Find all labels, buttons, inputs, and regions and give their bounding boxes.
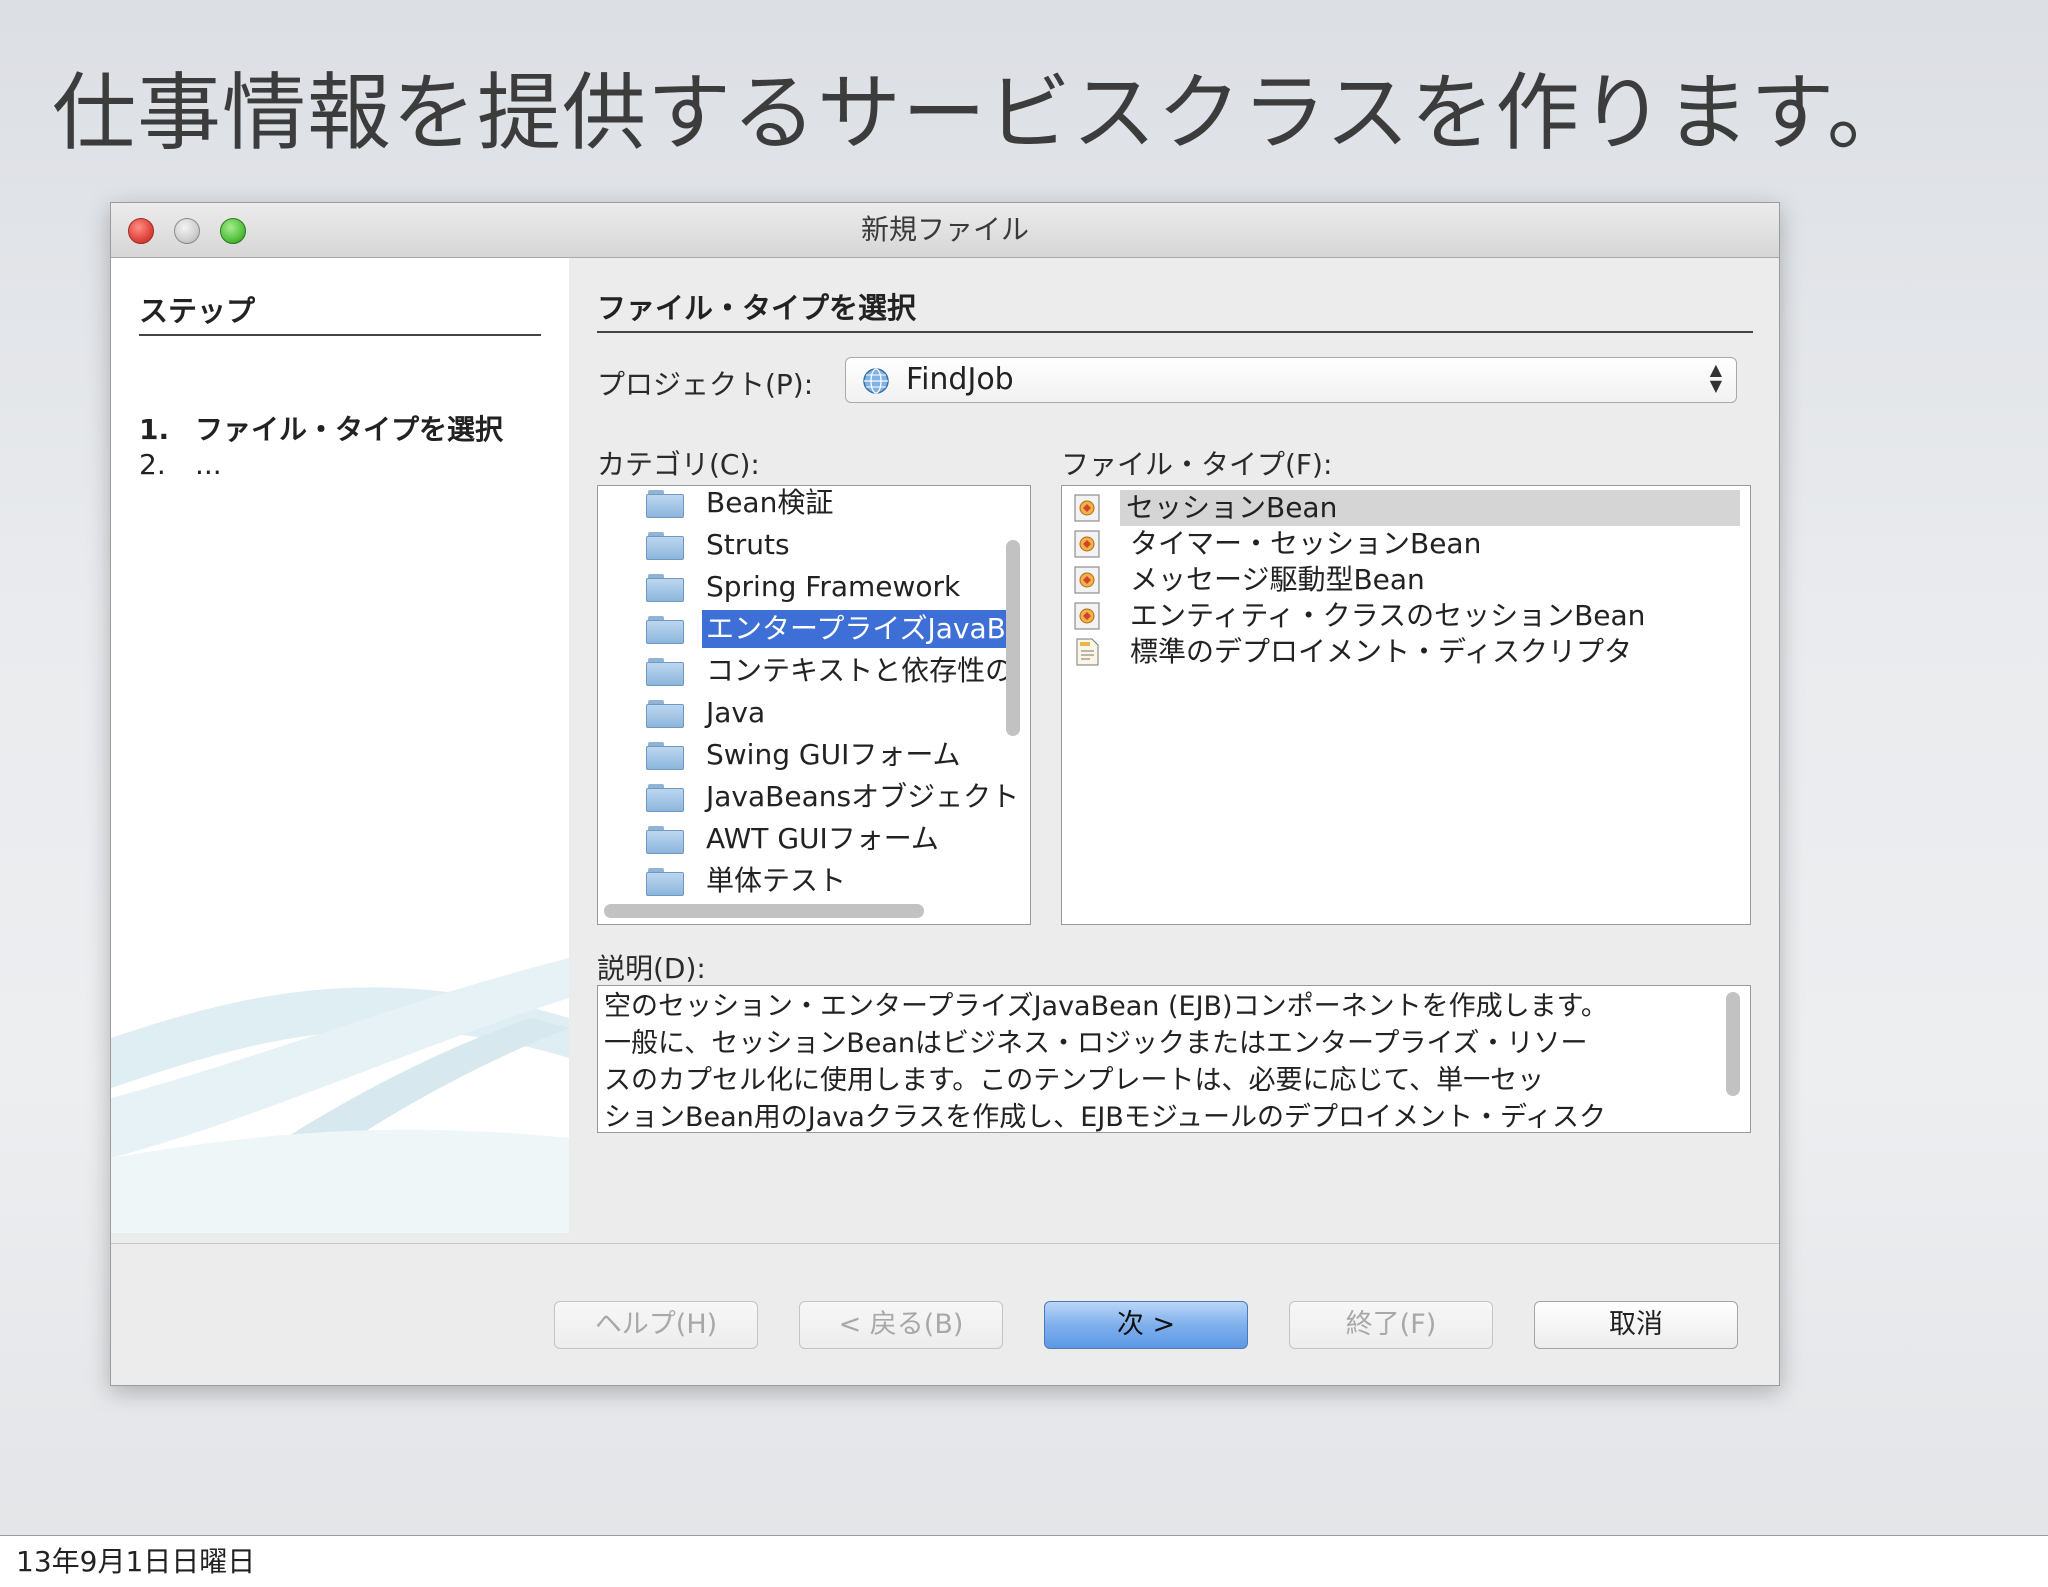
description-line: スのカプセル化に使用します。このテンプレートは、必要に応じて、単一セッ — [604, 1065, 1545, 1096]
category-item-bean-validation[interactable]: Bean検証 — [646, 486, 986, 522]
slide-footer-date: 13年9月1日日曜日 — [16, 1545, 256, 1578]
category-item-cdi[interactable]: コンテキストと依存性の — [646, 652, 1013, 690]
category-horizontal-scrollbar[interactable] — [604, 904, 924, 918]
cancel-button[interactable]: 取消 — [1534, 1301, 1738, 1349]
folder-icon — [646, 532, 684, 560]
folder-icon — [646, 868, 684, 896]
category-list[interactable]: Bean検証 Struts Spring Framework エンタープライズJ… — [597, 485, 1031, 925]
step-number: 1. — [139, 413, 170, 446]
file-type-item-timer-session-bean[interactable]: タイマー・セッションBean — [1070, 526, 1740, 562]
category-label: カテゴリ(C): — [597, 448, 760, 481]
step-label: ファイル・タイプを選択 — [195, 413, 504, 446]
step-item: 1. ファイル・タイプを選択 — [139, 408, 503, 448]
description-scrollbar[interactable] — [1726, 992, 1740, 1096]
slide-title: 仕事情報を提供するサービスクラスを作ります。 — [52, 64, 1912, 162]
file-type-item-label: 標準のデプロイメント・ディスクリプタ — [1130, 635, 1633, 668]
folder-icon — [646, 742, 684, 770]
category-item-java[interactable]: Java — [646, 694, 986, 732]
category-item-label: Struts — [706, 528, 790, 561]
file-type-item-label: エンティティ・クラスのセッションBean — [1130, 599, 1646, 632]
category-item-label: Spring Framework — [706, 570, 961, 603]
footer-divider — [111, 1243, 1779, 1244]
folder-icon — [646, 658, 684, 686]
file-type-item-label: セッションBean — [1120, 490, 1740, 526]
category-item-label: 単体テスト — [706, 864, 847, 897]
scrollbar-thumb[interactable] — [1006, 540, 1020, 736]
file-type-item-deployment-descriptor[interactable]: 標準のデプロイメント・ディスクリプタ — [1070, 634, 1740, 670]
bean-icon — [1074, 566, 1100, 594]
description-line: ションBean用のJavaクラスを作成し、EJBモジュールのデプロイメント・ディ… — [604, 1102, 1607, 1133]
steps-heading: ステップ — [139, 288, 541, 336]
category-vertical-scrollbar[interactable] — [1006, 490, 1020, 890]
file-type-label: ファイル・タイプ(F): — [1061, 448, 1333, 481]
select-arrows-icon: ▲ ▼ — [1709, 360, 1722, 395]
project-select[interactable]: FindJob ▲ ▼ — [845, 357, 1737, 403]
category-item-awt-gui[interactable]: AWT GUIフォーム — [646, 820, 986, 858]
description-line: 空のセッション・エンタープライズJavaBean (EJB)コンポーネントを作成… — [604, 991, 1608, 1022]
category-item-enterprise-javabeans[interactable]: エンタープライズJavaB — [646, 610, 1010, 648]
folder-icon — [646, 616, 684, 644]
new-file-dialog: 新規ファイル ステップ 1. ファイル・タイプを選択 2.... ファイル・タイプ… — [110, 202, 1780, 1386]
bean-icon — [1074, 494, 1100, 522]
folder-icon — [646, 574, 684, 602]
globe-icon — [863, 368, 889, 394]
category-item-swing-gui[interactable]: Swing GUIフォーム — [646, 736, 986, 774]
project-label: プロジェクト(P): — [597, 368, 814, 401]
window-titlebar[interactable]: 新規ファイル — [111, 203, 1779, 258]
folder-icon — [646, 784, 684, 812]
descriptor-icon — [1076, 638, 1099, 666]
folder-icon — [646, 490, 684, 518]
step-item: 2.... — [139, 448, 222, 481]
description-box[interactable]: 空のセッション・エンタープライズJavaBean (EJB)コンポーネントを作成… — [597, 985, 1751, 1133]
category-item-label: AWT GUIフォーム — [706, 822, 939, 855]
file-type-item-label: メッセージ駆動型Bean — [1130, 563, 1425, 596]
folder-icon — [646, 700, 684, 728]
category-item-label: エンタープライズJavaB — [702, 610, 1010, 648]
dialog-title: 新規ファイル — [860, 213, 1029, 246]
category-item-label: Swing GUIフォーム — [706, 738, 961, 771]
file-type-item-entity-session-bean[interactable]: エンティティ・クラスのセッションBean — [1070, 598, 1740, 634]
file-type-item-label: タイマー・セッションBean — [1130, 527, 1482, 560]
next-button[interactable]: 次 > — [1044, 1301, 1248, 1349]
category-item-javabeans-objects[interactable]: JavaBeansオブジェクト — [646, 778, 1019, 816]
slide-background: 仕事情報を提供するサービスクラスを作ります。 新規ファイル ステップ 1. ファイ… — [0, 0, 2048, 1536]
steps-panel: ステップ 1. ファイル・タイプを選択 2.... — [111, 258, 569, 1233]
decorative-swoosh — [111, 958, 569, 1233]
file-type-list[interactable]: セッションBean タイマー・セッションBean メッセージ駆動型Bean エン… — [1061, 485, 1751, 925]
folder-icon — [646, 826, 684, 854]
category-item-label: コンテキストと依存性の — [706, 654, 1014, 687]
bean-icon — [1074, 602, 1100, 630]
category-item-spring[interactable]: Spring Framework — [646, 568, 986, 606]
main-heading: ファイル・タイプを選択 — [597, 285, 1753, 333]
category-item-label: Java — [706, 696, 766, 729]
description-label: 説明(D): — [597, 952, 706, 985]
file-type-item-session-bean[interactable]: セッションBean — [1070, 490, 1740, 526]
file-type-item-message-driven-bean[interactable]: メッセージ駆動型Bean — [1070, 562, 1740, 598]
description-line: 一般に、セッションBeanはビジネス・ロジックまたはエンタープライズ・リソー — [604, 1028, 1588, 1059]
description-text: 空のセッション・エンタープライズJavaBean (EJB)コンポーネントを作成… — [604, 988, 1704, 1133]
help-button[interactable]: ヘルプ(H) — [554, 1301, 758, 1349]
bean-icon — [1074, 530, 1100, 558]
category-item-label: Bean検証 — [706, 486, 834, 519]
step-label: ... — [195, 448, 222, 481]
back-button[interactable]: < 戻る(B) — [799, 1301, 1003, 1349]
step-number: 2. — [139, 448, 166, 481]
finish-button[interactable]: 終了(F) — [1289, 1301, 1493, 1349]
category-item-unit-tests[interactable]: 単体テスト — [646, 862, 986, 900]
category-item-struts[interactable]: Struts — [646, 526, 986, 564]
project-value: FindJob — [906, 362, 1014, 397]
category-item-label: JavaBeansオブジェクト — [706, 780, 1020, 813]
